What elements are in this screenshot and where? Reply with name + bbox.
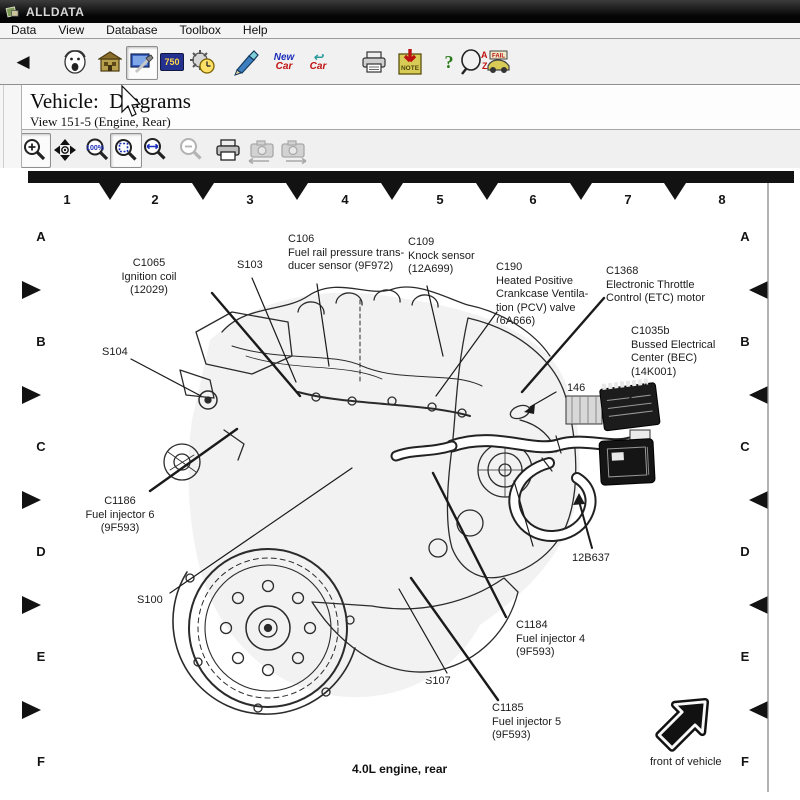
- window-title: ALLDATA: [26, 5, 84, 19]
- diagram-stage[interactable]: 1 2 3 4 5 6 7 8 A B C D E F A B C D E F …: [0, 168, 800, 800]
- menu-help[interactable]: Help: [232, 23, 279, 38]
- menu-toolbox[interactable]: Toolbox: [169, 23, 232, 38]
- callout-s100: S100: [137, 594, 163, 608]
- callout-c1184: C1184Fuel injector 4(9F593): [516, 619, 585, 660]
- paint-tool-icon[interactable]: [232, 46, 262, 78]
- grid-col-8: 8: [712, 192, 732, 207]
- callout-c1368: C1368Electronic ThrottleControl (ETC) mo…: [606, 265, 705, 306]
- grid-col-4: 4: [335, 192, 355, 207]
- grid-row-c-left: C: [33, 439, 49, 454]
- callout-c190: C190Heated PositiveCrankcase Ventila-tio…: [496, 261, 588, 329]
- grid-row-b-right: B: [737, 334, 753, 349]
- menu-database[interactable]: Database: [95, 23, 168, 38]
- grid-row-f-right: F: [737, 754, 753, 769]
- image-next-icon[interactable]: [278, 133, 308, 166]
- callout-s104: S104: [102, 346, 128, 360]
- grid-row-d-left: D: [33, 544, 49, 559]
- alldata-window: ALLDATA Data View Database Toolbox Help …: [0, 0, 800, 800]
- callout-c146: C146: [559, 382, 585, 396]
- view-subtitle: View 151-5 (Engine, Rear): [30, 114, 171, 130]
- car-return-icon[interactable]: ↩ Car: [302, 46, 334, 78]
- svg-text:100%: 100%: [86, 145, 105, 152]
- image-prev-icon[interactable]: [247, 133, 277, 166]
- title-bar[interactable]: ALLDATA: [0, 0, 800, 23]
- menu-view[interactable]: View: [47, 23, 95, 38]
- zoom-area-icon[interactable]: [110, 133, 142, 168]
- grid-col-1: 1: [57, 192, 77, 207]
- grid-col-7: 7: [618, 192, 638, 207]
- callout-c109: C109Knock sensor(12A699): [408, 236, 475, 277]
- callout-c1185: C1185Fuel injector 5(9F593): [492, 702, 561, 743]
- fail-car-icon[interactable]: FAIL: [483, 46, 515, 78]
- grid-col-6: 6: [523, 192, 543, 207]
- zoom-100-icon[interactable]: 100%: [83, 133, 113, 166]
- grid-row-f-left: F: [33, 754, 49, 769]
- grid-row-e-right: E: [737, 649, 753, 664]
- menu-data[interactable]: Data: [0, 23, 47, 38]
- callout-12b637: 12B637: [572, 552, 610, 566]
- gear-clock-icon[interactable]: [188, 46, 218, 78]
- printer-icon[interactable]: [360, 46, 388, 78]
- grid-row-d-right: D: [737, 544, 753, 559]
- main-toolbar: ◀ 75: [0, 39, 800, 85]
- viewer-toolbar: 100%: [0, 129, 800, 171]
- diagram-caption: 4.0L engine, rear: [352, 762, 447, 776]
- alldata-logo-icon: [5, 5, 20, 19]
- grid-row-c-right: C: [737, 439, 753, 454]
- grid-col-3: 3: [240, 192, 260, 207]
- callout-c1035b: C1035bBussed ElectricalCenter (BEC)(14K0…: [631, 325, 715, 379]
- home-building-icon[interactable]: [97, 46, 123, 78]
- grid-col-5: 5: [430, 192, 450, 207]
- zoom-out-icon[interactable]: [176, 133, 206, 166]
- grid-col-2: 2: [145, 192, 165, 207]
- grid-row-a-left: A: [33, 229, 49, 244]
- callout-s103: S103: [237, 259, 263, 273]
- menu-bar: Data View Database Toolbox Help: [0, 23, 800, 39]
- diagram-tools-icon[interactable]: [126, 46, 158, 80]
- grid-row-b-left: B: [33, 334, 49, 349]
- svg-text:FAIL: FAIL: [492, 54, 505, 60]
- zoom-in-icon[interactable]: [19, 133, 51, 168]
- page-title: Vehicle: Diagrams: [30, 89, 191, 114]
- callout-c106: C106Fuel rail pressure trans-ducer senso…: [288, 233, 404, 274]
- zoom-width-icon[interactable]: [140, 133, 170, 166]
- grid-row-a-right: A: [737, 229, 753, 244]
- print-icon[interactable]: [213, 133, 243, 166]
- callout-c1186: C1186Fuel injector 6(9F593): [70, 495, 170, 536]
- callout-s107: S107: [425, 675, 451, 689]
- new-car-icon[interactable]: New Car: [268, 46, 300, 78]
- pan-icon[interactable]: [50, 133, 80, 166]
- back-arrow-icon[interactable]: ◀: [12, 46, 34, 78]
- front-of-vehicle-label: front of vehicle: [650, 756, 722, 768]
- assistant-face-icon[interactable]: [60, 46, 90, 78]
- svg-text:NOTE: NOTE: [401, 65, 420, 72]
- labor-750-icon[interactable]: 750: [158, 46, 186, 78]
- callout-s106: S106: [521, 548, 547, 562]
- callout-c1065: C1065Ignition coil(12029): [95, 257, 203, 298]
- vehicle-header: Vehicle: Diagrams View 151-5 (Engine, Re…: [0, 85, 800, 130]
- help-key-icon[interactable]: ?: [440, 46, 458, 78]
- grid-row-e-left: E: [33, 649, 49, 664]
- note-download-icon[interactable]: NOTE: [396, 46, 424, 78]
